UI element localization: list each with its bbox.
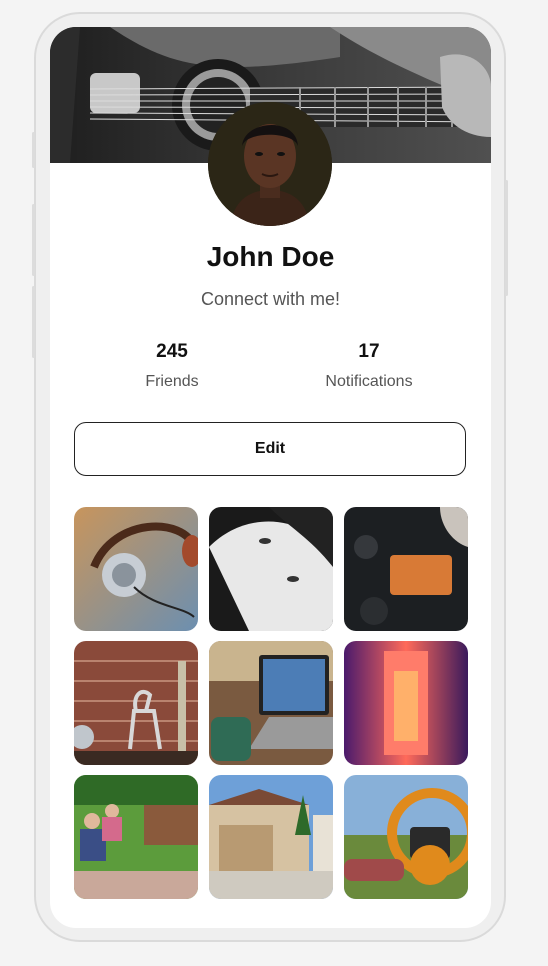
edit-button[interactable]: Edit: [74, 422, 466, 476]
phone-power-button: [505, 180, 508, 296]
notifications-count: 17: [358, 341, 380, 362]
phone-volume-up: [32, 204, 35, 276]
gallery-photo-house[interactable]: [209, 775, 333, 899]
phone-volume-down: [32, 286, 35, 358]
gallery-photo-camera-gear[interactable]: [344, 775, 468, 899]
photo-gallery: [74, 507, 468, 899]
notifications-label: Notifications: [325, 373, 413, 390]
gallery-photo-elderly-couple[interactable]: [74, 775, 198, 899]
gallery-photo-laptop-call[interactable]: [209, 641, 333, 765]
gallery-photo-portrait[interactable]: [209, 507, 333, 631]
gallery-photo-deer-figurine[interactable]: [74, 641, 198, 765]
friends-label: Friends: [145, 373, 199, 390]
profile-name: John Doe: [206, 241, 335, 272]
gallery-photo-camera-controls[interactable]: [344, 507, 468, 631]
gallery-photo-headphones[interactable]: [74, 507, 198, 631]
phone-side-button: [32, 132, 35, 168]
friends-count: 245: [156, 341, 188, 362]
profile-screen: John Doe Connect with me! 245 Friends 17…: [50, 27, 491, 928]
stat-notifications[interactable]: 17 Notifications: [284, 341, 454, 391]
avatar[interactable]: [208, 102, 332, 226]
stat-friends[interactable]: 245 Friends: [87, 341, 257, 391]
profile-tagline: Connect with me!: [200, 289, 341, 309]
gallery-photo-neon-corridor[interactable]: [344, 641, 468, 765]
